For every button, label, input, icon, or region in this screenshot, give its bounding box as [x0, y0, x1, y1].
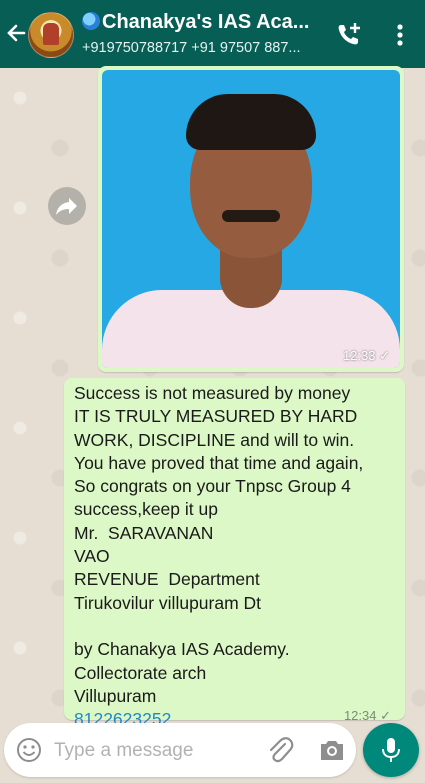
message-timestamp: 12:34 ✓	[343, 708, 391, 723]
image-timestamp: 12:33 ✓	[342, 348, 390, 363]
contact-avatar[interactable]	[28, 12, 74, 58]
message-line	[74, 615, 399, 638]
message-composer	[4, 723, 356, 777]
forward-icon	[56, 198, 77, 215]
globe-icon	[82, 12, 100, 30]
more-options-icon[interactable]	[390, 20, 410, 50]
message-line: Success is not measured by money	[74, 383, 351, 403]
contact-numbers: +919750788717 +91 97507 887...	[82, 40, 301, 56]
microphone-icon	[382, 738, 400, 762]
message-line: Collectorate arch	[74, 662, 207, 683]
message-line: WORK, DISCIPLINE and will to win.	[74, 429, 355, 450]
message-line: VAO	[74, 546, 110, 567]
emoji-icon[interactable]	[16, 737, 42, 763]
text-message-bubble[interactable]: Success is not measured by money IT IS T…	[64, 378, 405, 729]
message-line: You have proved that time and again,	[74, 452, 364, 473]
message-line: Villupuram	[74, 685, 157, 706]
avatar-figure	[43, 23, 59, 45]
photo-hair	[186, 94, 316, 150]
image-message-bubble[interactable]: 12:33 ✓	[98, 66, 404, 372]
forward-button[interactable]	[48, 187, 86, 225]
message-line: REVENUE Department	[74, 569, 260, 590]
message-line: So congrats on your Tnpsc Group 4	[74, 476, 351, 497]
photo-mustache	[222, 210, 280, 222]
voice-message-button[interactable]	[363, 723, 419, 777]
profile-photo[interactable]	[102, 70, 400, 368]
contact-info[interactable]: Chanakya's IAS Aca... +919750788717 +91 …	[82, 10, 327, 58]
message-body: Success is not measured by money IT IS T…	[74, 382, 399, 731]
camera-icon[interactable]	[318, 737, 346, 763]
attachment-icon[interactable]	[266, 735, 294, 765]
message-line: Mr. SARAVANAN	[74, 522, 214, 543]
add-call-icon[interactable]	[334, 20, 364, 50]
message-line: IT IS TRULY MEASURED BY HARD	[74, 406, 358, 427]
message-line: success,keep it up	[74, 499, 218, 520]
message-line: by Chanakya IAS Academy.	[74, 639, 290, 660]
back-arrow-icon[interactable]	[4, 18, 28, 48]
contact-name: Chanakya's IAS Aca...	[82, 10, 327, 34]
chat-header: Chanakya's IAS Aca... +919750788717 +91 …	[0, 0, 425, 68]
message-input[interactable]	[52, 735, 246, 767]
message-line: Tirukovilur villupuram Dt	[74, 592, 262, 613]
contact-name-text: Chanakya's IAS Aca...	[102, 11, 310, 33]
